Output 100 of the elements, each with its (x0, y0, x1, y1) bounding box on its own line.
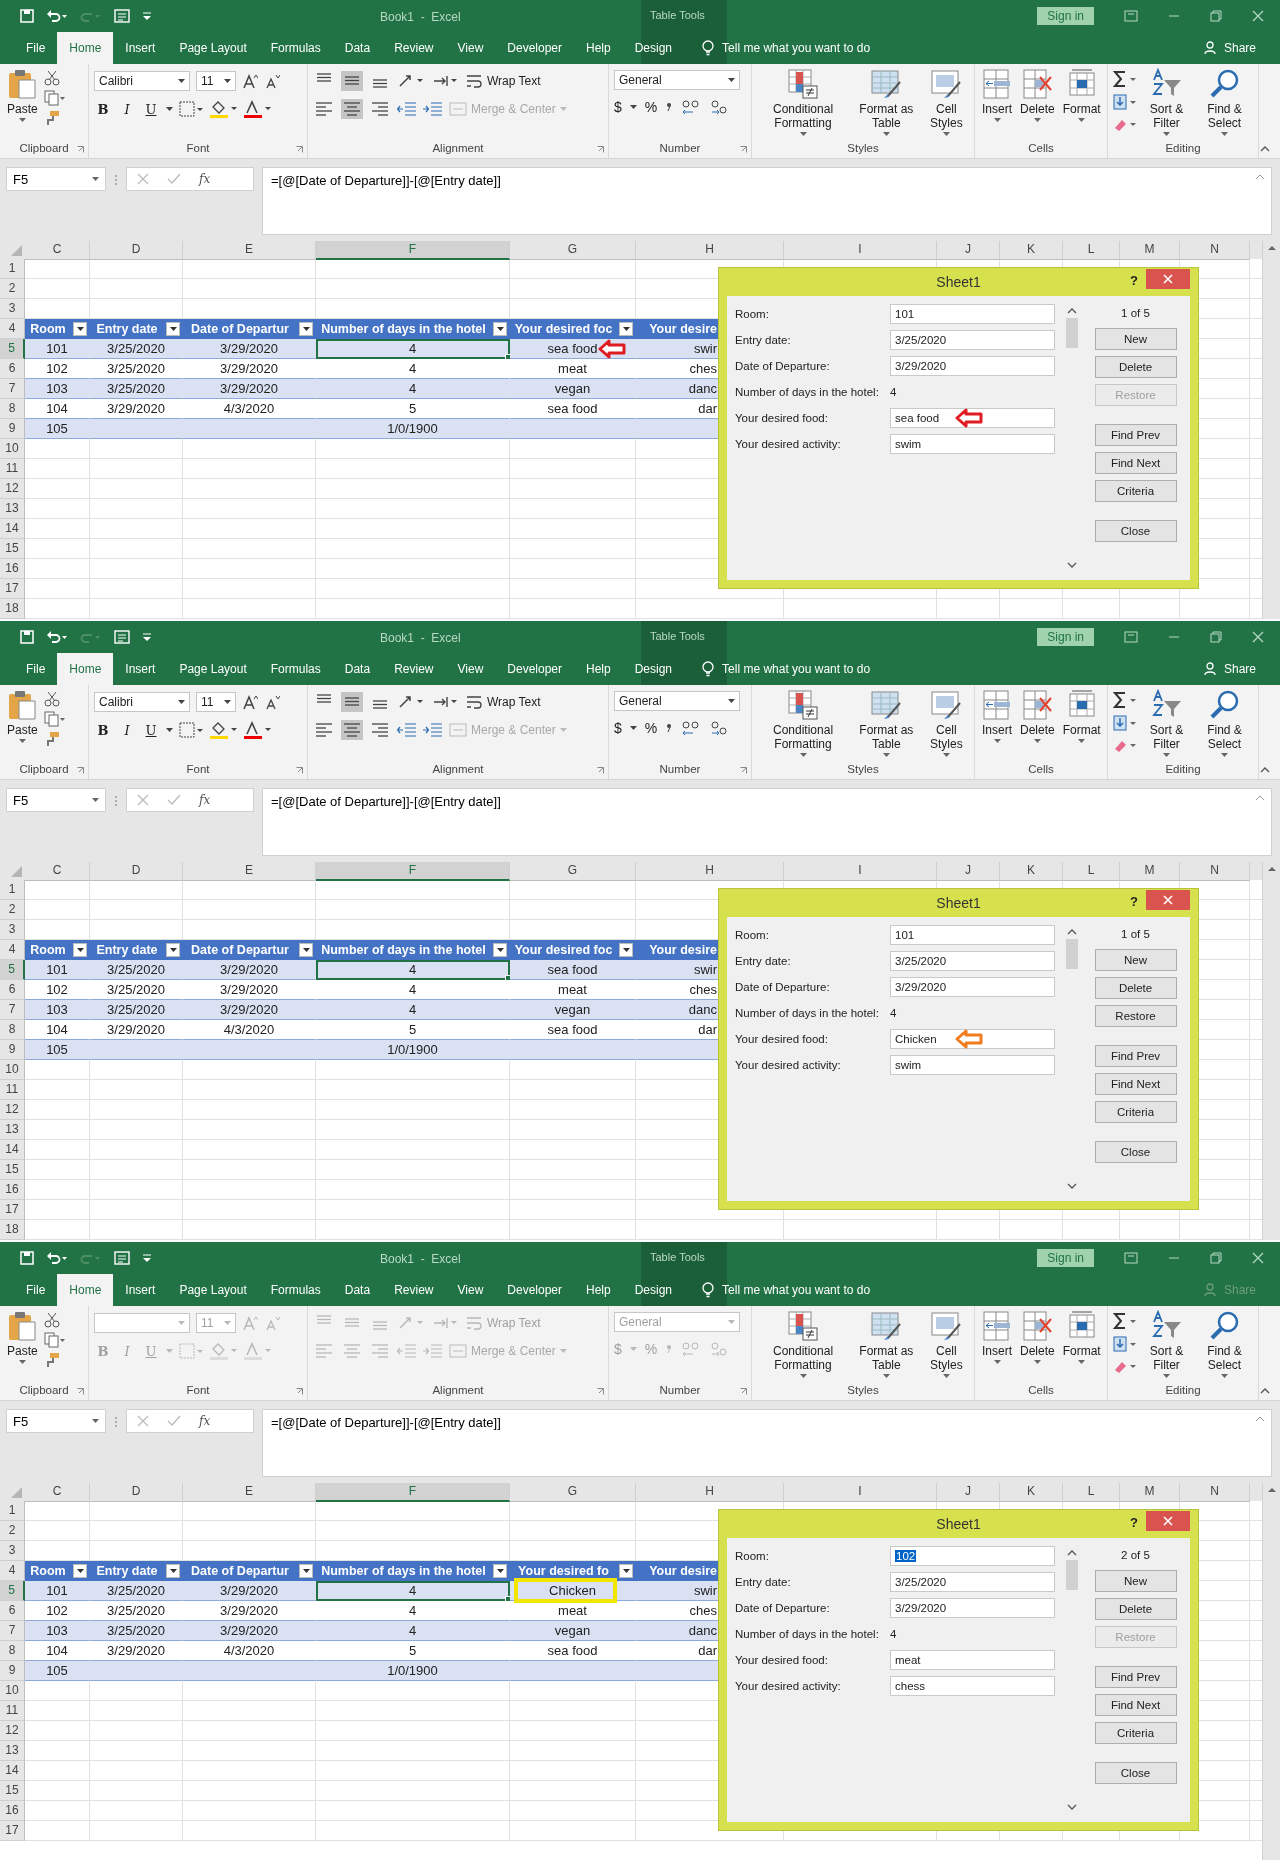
scroll-down-icon[interactable] (1067, 1804, 1077, 1810)
row-header[interactable]: 8 (0, 399, 25, 419)
close-icon[interactable] (1252, 631, 1264, 643)
dialog-launcher-icon[interactable] (740, 767, 747, 774)
ribbon-tab[interactable]: Page Layout (167, 653, 259, 685)
customize-icon[interactable] (142, 11, 152, 21)
ribbon-tab[interactable]: Formulas (258, 32, 333, 64)
close-button[interactable] (1146, 890, 1190, 910)
font-size-field[interactable]: 11 (196, 692, 236, 712)
share-button[interactable]: Share (1203, 653, 1280, 685)
find-select-button[interactable]: Find & Select (1196, 68, 1253, 136)
row-header[interactable]: 6 (0, 980, 25, 1000)
ribbon-tab[interactable]: Help (574, 32, 623, 64)
paste-button[interactable]: Paste (5, 689, 40, 743)
shrink-font-icon[interactable] (264, 694, 280, 710)
dialog-launcher-icon[interactable] (77, 1388, 84, 1395)
insert-button[interactable]: Insert (980, 68, 1014, 122)
row-header[interactable]: 11 (0, 459, 25, 479)
insert-function-button[interactable]: fx (199, 1414, 211, 1428)
form-field[interactable]: Chicken (890, 1029, 1055, 1049)
sign-in-button[interactable]: Sign in (1037, 1249, 1094, 1267)
dialog-launcher-icon[interactable] (296, 767, 303, 774)
filter-button[interactable] (619, 322, 633, 336)
align-right-icon[interactable] (369, 99, 391, 119)
ribbon-tab[interactable]: Review (382, 32, 446, 64)
form-field[interactable]: 3/29/2020 (890, 356, 1055, 376)
undo-icon[interactable] (46, 1251, 68, 1265)
dialog-launcher-icon[interactable] (77, 767, 84, 774)
ribbon-tab[interactable]: Design (622, 1274, 685, 1306)
tell-me-search[interactable]: Tell me what you want to do (722, 1283, 871, 1297)
expand-formula-icon[interactable] (1255, 174, 1265, 180)
tell-me-search[interactable]: Tell me what you want to do (722, 41, 871, 55)
scroll-thumb[interactable] (1066, 1560, 1078, 1590)
scissors-icon[interactable] (43, 70, 60, 86)
find-select-button[interactable]: Find & Select (1196, 1310, 1253, 1378)
form-field[interactable]: meat (890, 1650, 1055, 1670)
autosum-icon[interactable] (1113, 1312, 1137, 1330)
vertical-scrollbar[interactable] (1262, 241, 1280, 619)
sort-filter-button[interactable]: Sort & Filter (1141, 68, 1193, 136)
dialog-launcher-icon[interactable] (597, 146, 604, 153)
undo-icon[interactable] (46, 9, 68, 23)
ribbon-tab[interactable]: Home (57, 1274, 114, 1306)
row-header[interactable]: 2 (0, 279, 25, 299)
row-header[interactable]: 9 (0, 1040, 25, 1060)
close-icon[interactable] (1252, 10, 1264, 22)
row-header[interactable]: 13 (0, 1741, 25, 1761)
currency-button[interactable]: $ (614, 720, 622, 736)
filter-button[interactable] (73, 322, 87, 336)
percent-button[interactable]: % (644, 720, 658, 736)
find-select-button[interactable]: Find & Select (1196, 689, 1253, 757)
form-field[interactable]: 101 (890, 304, 1055, 324)
sign-in-button[interactable]: Sign in (1037, 628, 1094, 646)
insert-button[interactable]: Insert (980, 689, 1014, 743)
scroll-up-icon[interactable] (1067, 929, 1077, 935)
dialog-launcher-icon[interactable] (740, 1388, 747, 1395)
filter-button[interactable] (493, 1564, 507, 1578)
scissors-icon[interactable] (43, 691, 60, 707)
fill-color-icon[interactable] (209, 100, 237, 118)
customize-icon[interactable] (142, 632, 152, 642)
save-icon[interactable] (20, 9, 34, 23)
decrease-indent-icon[interactable] (397, 100, 417, 118)
format-as-table-button[interactable]: Format as Table (853, 689, 920, 757)
row-header[interactable]: 12 (0, 1721, 25, 1741)
dialog-button[interactable]: New (1094, 1570, 1177, 1592)
comma-style-icon[interactable] (665, 101, 674, 113)
font-color-icon[interactable] (243, 1342, 271, 1360)
ribbon-tab[interactable]: Developer (495, 653, 574, 685)
form-field[interactable]: sea food (890, 408, 1055, 428)
ribbon-tab[interactable]: Home (57, 653, 114, 685)
align-left-icon[interactable] (313, 720, 335, 740)
row-header[interactable]: 13 (0, 499, 25, 519)
formula-field[interactable]: =[@[Date of Departure]]-[@[Entry date]] (262, 1409, 1272, 1477)
ribbon-display-icon[interactable] (1124, 631, 1138, 643)
customize-icon[interactable] (142, 1253, 152, 1263)
row-header[interactable]: 17 (0, 579, 25, 599)
row-header[interactable]: 8 (0, 1020, 25, 1040)
increase-indent-icon[interactable] (423, 721, 443, 739)
ribbon-tab[interactable]: Home (57, 32, 114, 64)
font-color-icon[interactable] (243, 100, 271, 118)
ribbon-tab[interactable]: Design (622, 653, 685, 685)
dialog-button[interactable]: Criteria (1094, 1101, 1177, 1123)
filter-button[interactable] (166, 1564, 180, 1578)
middle-align-icon[interactable] (341, 692, 363, 712)
delete-button[interactable]: Delete (1018, 1310, 1057, 1364)
form-field[interactable]: 3/25/2020 (890, 951, 1055, 971)
autosum-icon[interactable] (1113, 70, 1137, 88)
row-header[interactable]: 14 (0, 519, 25, 539)
dialog-button[interactable]: Find Prev (1094, 1045, 1177, 1067)
collapse-ribbon-icon[interactable] (1260, 146, 1270, 152)
form-field[interactable]: chess (890, 1676, 1055, 1696)
conditional-formatting-button[interactable]: Conditional Formatting (757, 1310, 850, 1378)
fill-color-icon[interactable] (209, 1342, 237, 1360)
name-box[interactable]: F5 (6, 788, 106, 812)
formula-field[interactable]: =[@[Date of Departure]]-[@[Entry date]] (262, 788, 1272, 856)
row-header[interactable]: 8 (0, 1641, 25, 1661)
name-box[interactable]: F5 (6, 1409, 106, 1433)
ribbon-tab[interactable]: View (445, 32, 496, 64)
formula-field[interactable]: =[@[Date of Departure]]-[@[Entry date]] (262, 167, 1272, 235)
undo-icon[interactable] (46, 630, 68, 644)
scroll-thumb[interactable] (1066, 318, 1078, 348)
